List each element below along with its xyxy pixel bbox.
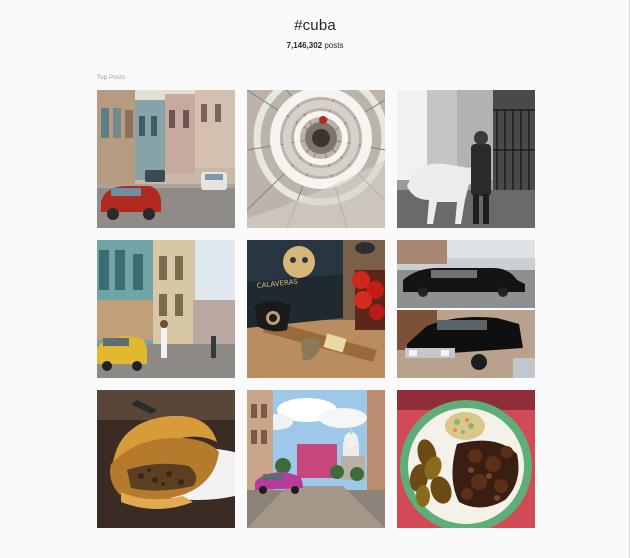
post-count-unit: posts [324, 41, 344, 50]
post-image [247, 390, 385, 528]
post-thumbnail-yellow-taxi-street[interactable] [97, 240, 235, 378]
post-image [397, 90, 535, 228]
top-posts-label: Top Posts [97, 75, 126, 81]
post-image [97, 90, 235, 228]
top-posts-grid: CALAVERAS [97, 90, 535, 528]
post-thumbnail-cigars-strawberries[interactable]: CALAVERAS [247, 240, 385, 378]
post-thumbnail-capitol-pink-car[interactable] [247, 390, 385, 528]
post-thumbnail-stew-plantains[interactable] [397, 390, 535, 528]
post-thumbnail-empanada[interactable] [97, 390, 235, 528]
hashtag-title: #cuba [294, 17, 336, 34]
post-image [97, 390, 235, 528]
post-thumbnail-black-cadillac[interactable] [397, 240, 535, 378]
post-thumbnail-street-red-car[interactable] [97, 90, 235, 228]
post-thumbnail-man-with-horse[interactable] [397, 90, 535, 228]
post-image [397, 390, 535, 528]
post-thumbnail-spiral-staircase[interactable] [247, 90, 385, 228]
post-image [397, 240, 535, 378]
post-count: 7,146,302 posts [0, 41, 630, 50]
post-image: CALAVERAS [247, 240, 385, 378]
post-count-value: 7,146,302 [286, 41, 323, 50]
post-image [247, 90, 385, 228]
post-image [97, 240, 235, 378]
hashtag-header: #cuba 7,146,302 posts [0, 17, 630, 50]
